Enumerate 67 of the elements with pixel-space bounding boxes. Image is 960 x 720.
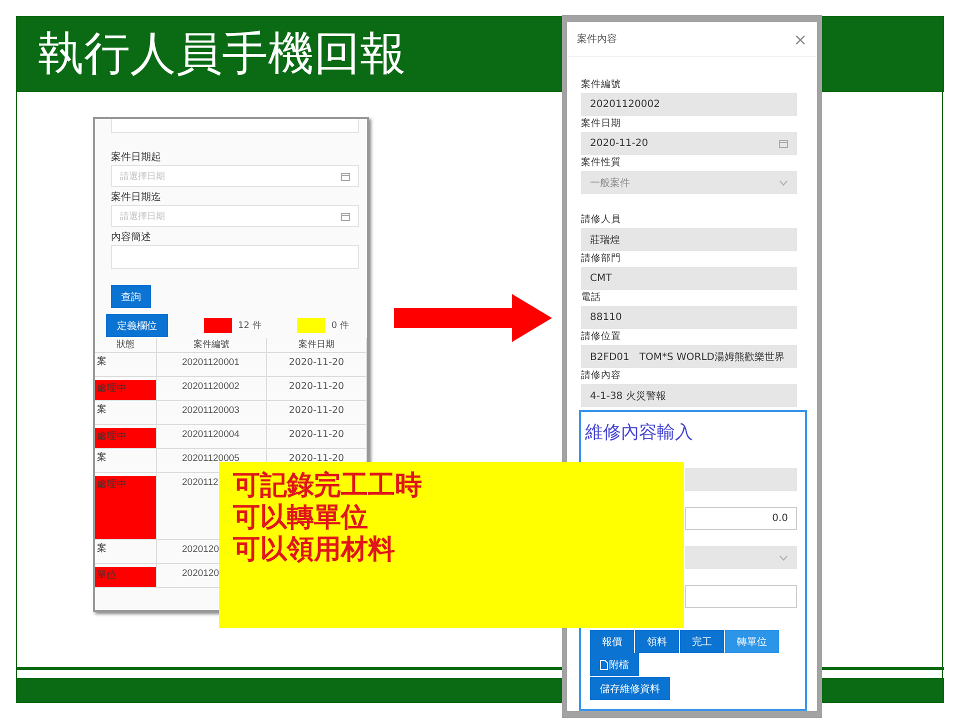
field-label: 電話 <box>581 291 602 305</box>
column-header: 案件編號 <box>157 338 267 353</box>
table-cell: 2020-11-20 <box>267 377 367 401</box>
input-field[interactable]: 88110 <box>581 306 797 329</box>
table-cell: 20201120003 <box>182 405 240 416</box>
status-cell: 處理中 <box>95 428 156 448</box>
status-cell: 處理中 <box>95 380 156 400</box>
field-label: 內容簡述 <box>111 231 152 245</box>
status-cell: 單位 <box>95 567 156 587</box>
query-button[interactable]: 查詢 <box>111 285 151 308</box>
input-field[interactable] <box>685 585 797 608</box>
action-button[interactable]: 完工 <box>680 630 724 653</box>
status-cell: 處理中 <box>95 476 156 539</box>
input-field[interactable]: 20201120002 <box>581 93 797 116</box>
input-field[interactable]: 4-1-38 火災警報 <box>581 384 797 407</box>
status-cell-text: 案 <box>96 403 108 416</box>
input-field[interactable] <box>111 245 359 269</box>
table-cell: 20201120004 <box>182 429 240 440</box>
table-cell: 2020120 <box>182 544 219 555</box>
status-cell-text: 案 <box>96 355 108 368</box>
attach-button[interactable]: 附檔 <box>590 653 639 676</box>
date-field[interactable]: 2020-11-20 <box>581 132 797 155</box>
file-icon <box>600 660 608 670</box>
define-columns-button[interactable]: 定義欄位 <box>106 314 168 337</box>
field-label: 請修位置 <box>581 330 622 344</box>
calendar-icon[interactable] <box>341 212 350 220</box>
table-cell: 2020112 <box>182 477 218 488</box>
status-cell-text: 案 <box>96 451 108 464</box>
arrow-icon <box>394 294 552 342</box>
table-cell: 2020-11-20 <box>267 353 367 377</box>
callout-text: 可以轉單位 <box>233 502 369 534</box>
field-label: 案件編號 <box>581 78 622 92</box>
action-button[interactable]: 轉單位 <box>725 630 779 653</box>
table-cell: 20201120001 <box>182 357 240 368</box>
table-cell: 2020-11-20 <box>267 425 367 449</box>
legend-count: 0 件 <box>331 320 349 332</box>
column-header: 狀態 <box>95 338 157 353</box>
input-field[interactable]: 0.0 <box>685 507 797 530</box>
field-label: 請修內容 <box>581 369 622 383</box>
field-label: 案件性質 <box>581 156 622 170</box>
dialog-title: 案件內容 <box>577 32 617 46</box>
input-field[interactable]: B2FD01 TOM*S WORLD湯姆熊歡樂世界 <box>581 345 797 368</box>
table-cell: 2020120 <box>182 568 219 579</box>
slide-title: 執行人員手機回報 <box>38 30 406 76</box>
field-label: 案件日期 <box>581 117 622 131</box>
action-button[interactable]: 領料 <box>635 630 679 653</box>
input-field[interactable]: CMT <box>581 267 797 290</box>
calendar-icon[interactable] <box>779 139 788 148</box>
callout-text: 可記錄完工工時 <box>233 470 423 502</box>
section-title: 維修內容輸入 <box>585 421 694 445</box>
calendar-icon[interactable] <box>341 172 350 180</box>
callout-text: 可以領用材料 <box>233 534 396 566</box>
input-field[interactable]: 莊瑞煌 <box>581 228 797 251</box>
close-button[interactable]: × <box>794 30 807 48</box>
table-cell: 20201120002 <box>182 381 240 392</box>
action-button[interactable]: 報價 <box>590 630 634 653</box>
field-label: 案件日期迄 <box>111 191 162 205</box>
table-cell: 20201120005 <box>182 453 240 464</box>
legend-count: 12 件 <box>238 320 262 332</box>
column-header: 案件日期 <box>267 338 367 353</box>
save-button[interactable]: 儲存維修資料 <box>590 677 670 700</box>
field-label: 請修人員 <box>581 213 622 227</box>
status-cell-text: 案 <box>96 542 108 555</box>
field-label: 請修部門 <box>581 252 622 266</box>
field-label: 案件日期起 <box>111 151 162 165</box>
input-field[interactable] <box>111 119 359 133</box>
table-cell: 2020-11-20 <box>267 401 367 425</box>
